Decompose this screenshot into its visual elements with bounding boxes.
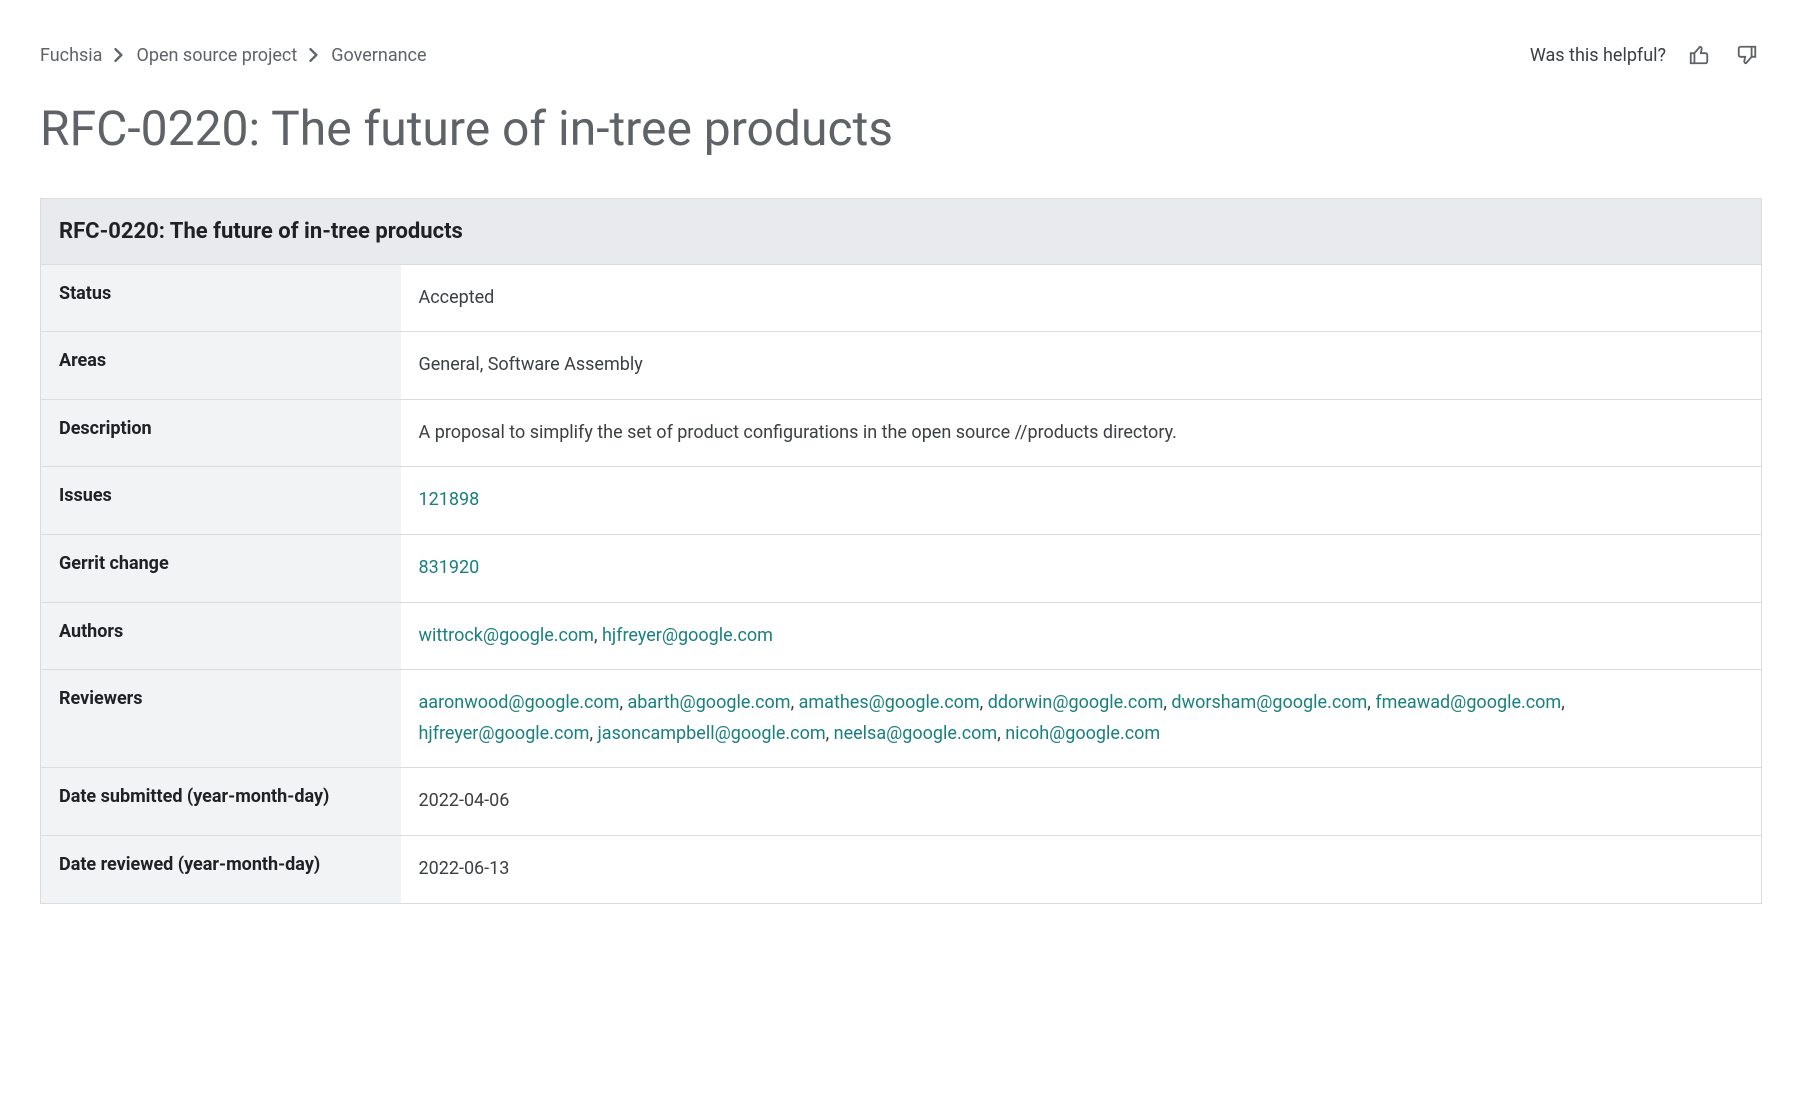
- separator: ,: [826, 723, 834, 744]
- row-label: Date reviewed (year-month-day): [41, 835, 401, 903]
- breadcrumb-link-governance[interactable]: Governance: [331, 45, 426, 66]
- row-value: 831920: [401, 534, 1762, 602]
- link[interactable]: hjfreyer@google.com: [602, 625, 773, 646]
- breadcrumb: Fuchsia Open source project Governance: [40, 45, 427, 66]
- row-value: 2022-04-06: [401, 768, 1762, 836]
- link[interactable]: 831920: [419, 557, 480, 578]
- separator: ,: [980, 692, 988, 713]
- link[interactable]: nicoh@google.com: [1005, 723, 1160, 744]
- link[interactable]: wittrock@google.com: [419, 625, 594, 646]
- breadcrumb-link-fuchsia[interactable]: Fuchsia: [40, 45, 102, 66]
- link[interactable]: fmeawad@google.com: [1375, 692, 1561, 713]
- row-label: Authors: [41, 602, 401, 670]
- link[interactable]: abarth@google.com: [628, 692, 791, 713]
- link[interactable]: aaronwood@google.com: [419, 692, 620, 713]
- separator: ,: [791, 692, 799, 713]
- breadcrumb-link-open-source[interactable]: Open source project: [136, 45, 297, 66]
- link[interactable]: ddorwin@google.com: [988, 692, 1164, 713]
- table-row-date-reviewed: Date reviewed (year-month-day) 2022-06-1…: [41, 835, 1762, 903]
- info-table: RFC-0220: The future of in-tree products…: [40, 198, 1762, 904]
- table-row-status: Status Accepted: [41, 264, 1762, 332]
- feedback-section: Was this helpful?: [1530, 40, 1762, 70]
- page-title: RFC-0220: The future of in-tree products: [40, 100, 1762, 158]
- row-label: Gerrit change: [41, 534, 401, 602]
- table-row-issues: Issues 121898: [41, 467, 1762, 535]
- separator: ,: [619, 692, 627, 713]
- row-value: Accepted: [401, 264, 1762, 332]
- table-row-authors: Authors wittrock@google.com, hjfreyer@go…: [41, 602, 1762, 670]
- row-label: Issues: [41, 467, 401, 535]
- thumbs-up-icon: [1688, 44, 1710, 66]
- top-bar: Fuchsia Open source project Governance W…: [40, 40, 1762, 70]
- row-label: Status: [41, 264, 401, 332]
- separator: ,: [1561, 692, 1565, 713]
- row-value: General, Software Assembly: [401, 332, 1762, 400]
- link[interactable]: hjfreyer@google.com: [419, 723, 590, 744]
- link[interactable]: jasoncampbell@google.com: [597, 723, 825, 744]
- table-row-description: Description A proposal to simplify the s…: [41, 399, 1762, 467]
- row-label: Areas: [41, 332, 401, 400]
- row-value: A proposal to simplify the set of produc…: [401, 399, 1762, 467]
- thumbs-down-button[interactable]: [1732, 40, 1762, 70]
- row-label: Description: [41, 399, 401, 467]
- row-label: Date submitted (year-month-day): [41, 768, 401, 836]
- link[interactable]: neelsa@google.com: [834, 723, 998, 744]
- thumbs-down-icon: [1736, 44, 1758, 66]
- table-row-reviewers: Reviewers aaronwood@google.com, abarth@g…: [41, 670, 1762, 768]
- link[interactable]: dworsham@google.com: [1171, 692, 1367, 713]
- separator: ,: [594, 625, 602, 646]
- chevron-right-icon: [114, 48, 124, 62]
- table-row-areas: Areas General, Software Assembly: [41, 332, 1762, 400]
- chevron-right-icon: [309, 48, 319, 62]
- info-table-header: RFC-0220: The future of in-tree products: [41, 198, 1762, 264]
- thumbs-up-button[interactable]: [1684, 40, 1714, 70]
- row-value: aaronwood@google.com, abarth@google.com,…: [401, 670, 1762, 768]
- link[interactable]: amathes@google.com: [799, 692, 980, 713]
- row-value: 2022-06-13: [401, 835, 1762, 903]
- separator: ,: [997, 723, 1005, 744]
- link[interactable]: 121898: [419, 489, 480, 510]
- row-value: 121898: [401, 467, 1762, 535]
- feedback-prompt: Was this helpful?: [1530, 45, 1666, 66]
- row-label: Reviewers: [41, 670, 401, 768]
- row-value: wittrock@google.com, hjfreyer@google.com: [401, 602, 1762, 670]
- table-row-gerrit: Gerrit change 831920: [41, 534, 1762, 602]
- table-row-date-submitted: Date submitted (year-month-day) 2022-04-…: [41, 768, 1762, 836]
